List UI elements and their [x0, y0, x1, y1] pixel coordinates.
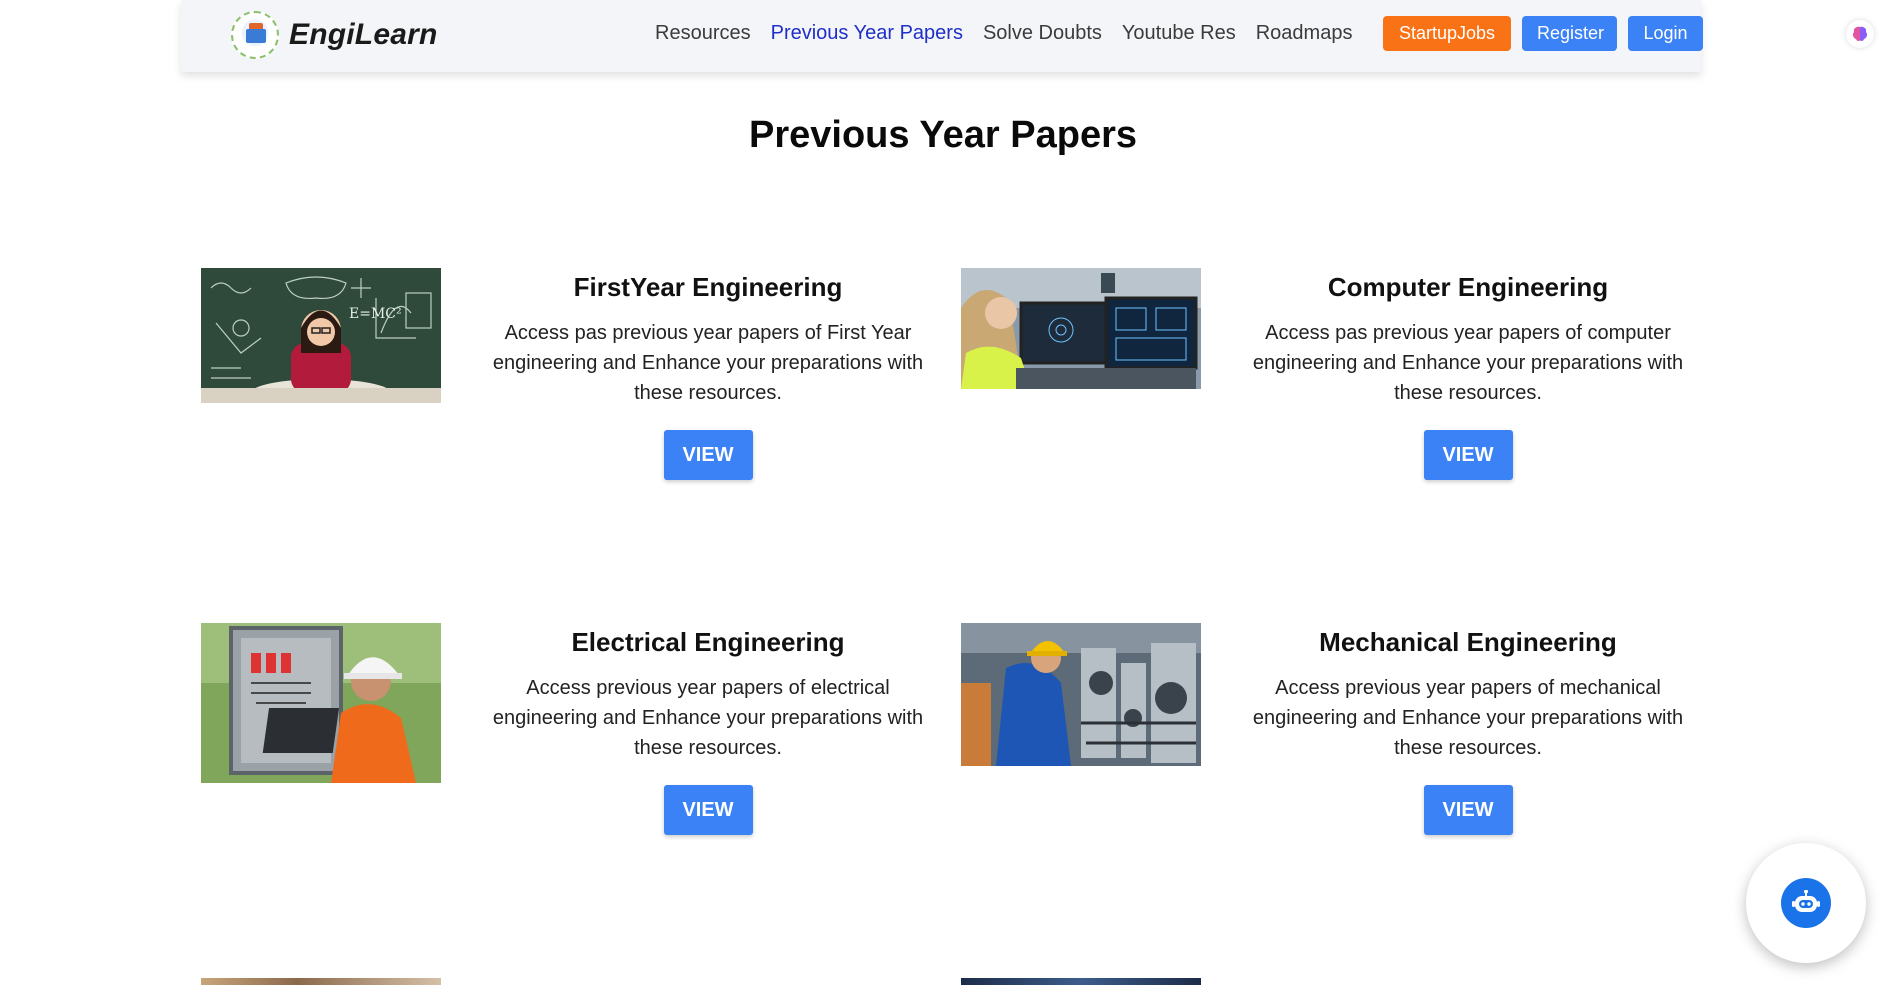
engilearn-logo-icon [231, 11, 279, 59]
register-button[interactable]: Register [1522, 16, 1617, 51]
card-title: FirstYear Engineering [573, 272, 843, 302]
view-button-mechanical[interactable]: VIEW [1423, 785, 1513, 835]
card-title: Electrical Engineering [571, 627, 845, 657]
page-title: Previous Year Papers [749, 114, 1137, 156]
card-mechanical: Mechanical Engineering Access previous y… [961, 623, 1721, 843]
card-image-computer [961, 268, 1201, 389]
card-description: Access pas previous year papers of First… [492, 322, 924, 404]
card-electrical: Electrical Engineering Access previous y… [201, 623, 961, 843]
card-image-firstyear: E=MC² [201, 268, 441, 403]
card-image-partial [961, 978, 1201, 985]
view-button-firstyear[interactable]: VIEW [663, 430, 753, 480]
nav-link-roadmaps[interactable]: Roadmaps [1256, 22, 1353, 45]
login-button[interactable]: Login [1628, 16, 1703, 51]
card-body-firstyear: FirstYear Engineering Access pas previou… [473, 268, 943, 480]
card-image-mechanical [961, 623, 1201, 766]
card-title: Computer Engineering [1327, 272, 1609, 302]
chatbot-button[interactable] [1746, 843, 1866, 963]
card-body-electrical: Electrical Engineering Access previous y… [473, 623, 943, 835]
startup-jobs-button[interactable]: StartupJobs [1383, 16, 1511, 51]
nav-link-resources[interactable]: Resources [655, 22, 751, 45]
nav-link-previous-year-papers[interactable]: Previous Year Papers [771, 22, 963, 45]
card-computer: Computer Engineering Access pas previous… [961, 268, 1721, 488]
nav-link-youtube-res[interactable]: Youtube Res [1122, 22, 1236, 45]
card-firstyear: E=MC² FirstYear Engineering Access pas p… [201, 268, 961, 488]
nav-link-solve-doubts[interactable]: Solve Doubts [983, 22, 1102, 45]
brand[interactable]: EngiLearn [231, 11, 438, 59]
card-title: Mechanical Engineering [1319, 627, 1617, 657]
svg-text:E=MC²: E=MC² [349, 306, 402, 322]
chatbot-icon [1781, 878, 1831, 928]
card-description: Access pas previous year papers of compu… [1252, 322, 1684, 404]
card-body-mechanical: Mechanical Engineering Access previous y… [1233, 623, 1703, 835]
card-image-partial [201, 978, 441, 985]
card-body-computer: Computer Engineering Access pas previous… [1233, 268, 1703, 480]
brain-icon[interactable] [1846, 20, 1874, 48]
nav-links: Resources Previous Year Papers Solve Dou… [655, 22, 1352, 45]
card-image-electrical [201, 623, 441, 783]
nav-buttons: StartupJobs Register Login [1383, 16, 1703, 51]
view-button-computer[interactable]: VIEW [1423, 430, 1513, 480]
card-description: Access previous year papers of mechanica… [1252, 677, 1684, 759]
view-button-electrical[interactable]: VIEW [663, 785, 753, 835]
navbar: EngiLearn Resources Previous Year Papers… [181, 0, 1703, 72]
brand-name: EngiLearn [289, 18, 438, 51]
card-description: Access previous year papers of electrica… [492, 677, 924, 759]
